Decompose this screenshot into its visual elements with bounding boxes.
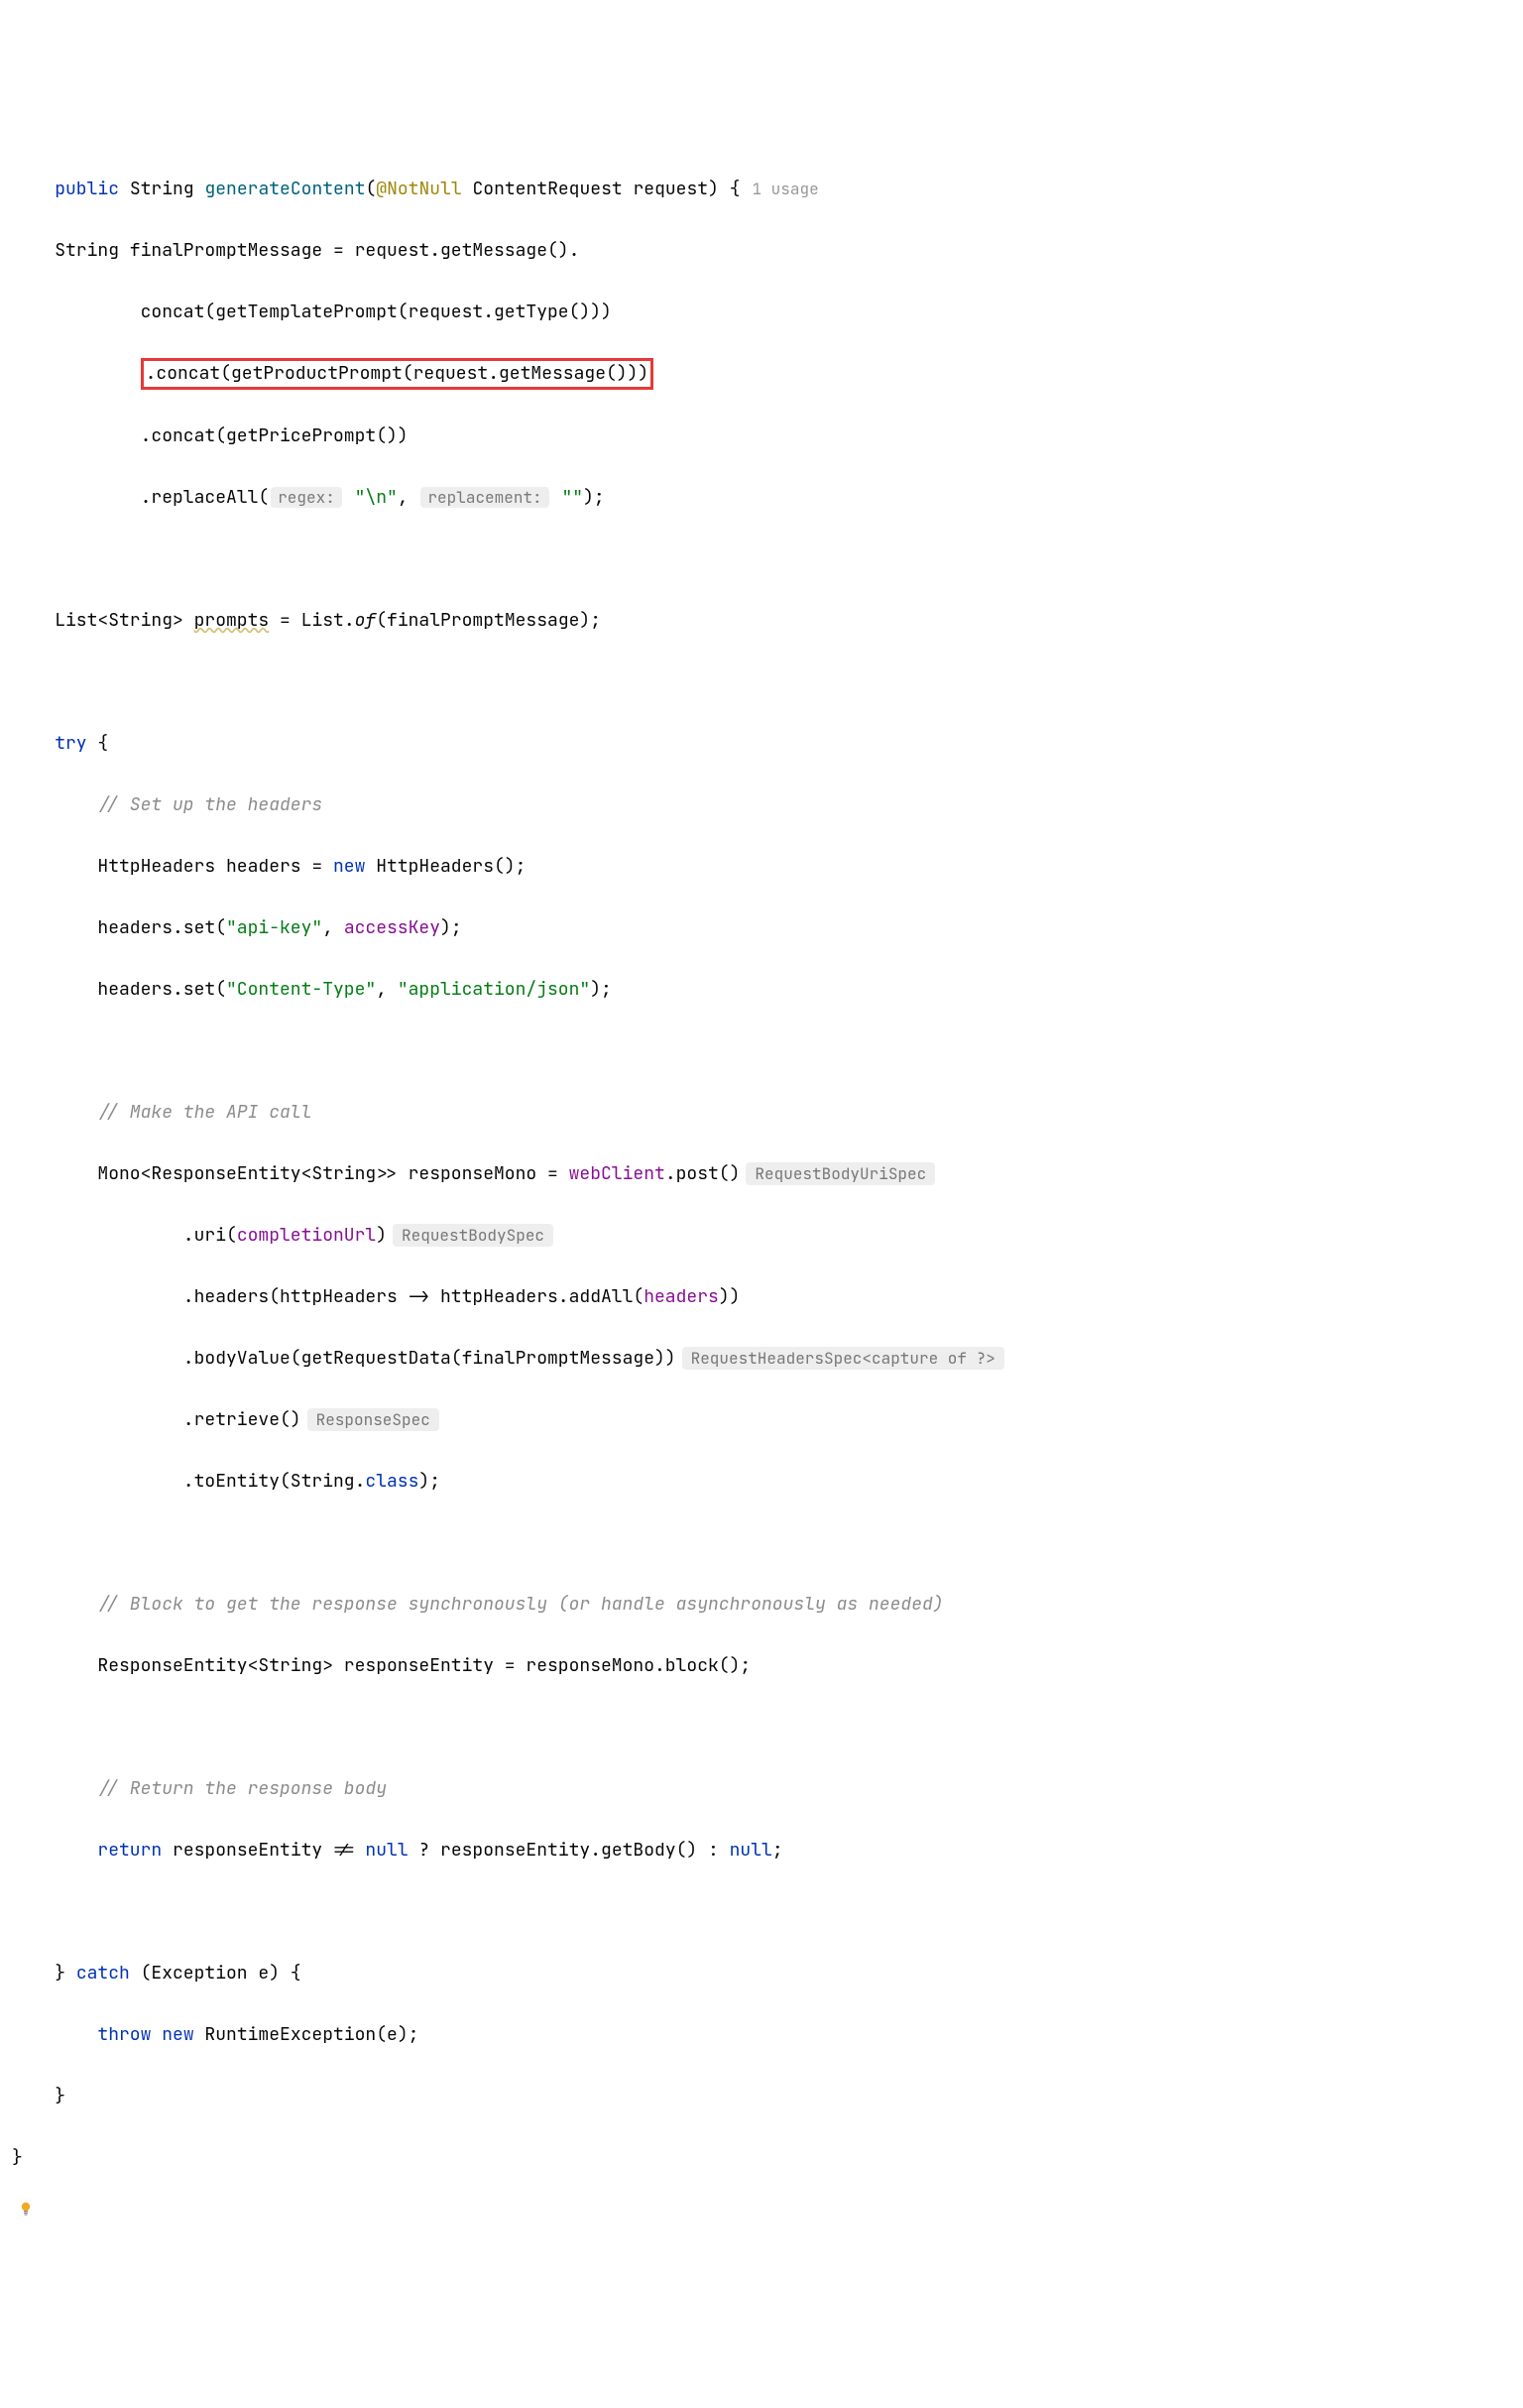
param-decl: ContentRequest request) { — [462, 178, 741, 200]
keyword-try: try — [12, 732, 87, 755]
code-line[interactable]: } catch (Exception e) { — [12, 1958, 1523, 1988]
param-hint-regex: regex: — [271, 487, 342, 508]
type-hint: RequestBodyUriSpec — [746, 1162, 935, 1185]
code-line[interactable]: .concat(getProductPrompt(request.getMess… — [12, 358, 1523, 390]
keyword-null: null — [365, 1839, 408, 1862]
field-ref: completionUrl — [237, 1224, 376, 1247]
blank-line[interactable] — [12, 1896, 1523, 1927]
unused-variable-warning[interactable]: prompts — [194, 609, 270, 632]
keyword-return: return — [97, 1839, 162, 1862]
code-line[interactable]: ResponseEntity<String> responseEntity = … — [12, 1650, 1523, 1681]
blank-line[interactable] — [12, 1035, 1523, 1066]
blank-line[interactable] — [12, 1527, 1523, 1558]
code-line[interactable]: } — [12, 2142, 1523, 2173]
code-line[interactable]: .uri(completionUrl)RequestBodySpec — [12, 1220, 1523, 1251]
code-line[interactable]: return responseEntity != null ? response… — [12, 1835, 1523, 1866]
return-type: String — [130, 178, 194, 200]
field-ref: webClient — [569, 1162, 665, 1185]
keyword-public: public — [55, 178, 119, 200]
static-method: of — [355, 609, 377, 632]
intention-bulb-icon[interactable] — [18, 2196, 34, 2227]
code-line[interactable]: headers.set("api-key", accessKey); — [12, 912, 1523, 943]
keyword-throw: throw — [97, 2023, 151, 2046]
code-line[interactable]: .headers(httpHeaders -> httpHeaders.addA… — [12, 1281, 1523, 1312]
usage-hint[interactable]: 1 usage — [752, 179, 818, 199]
string-literal: "\n" — [355, 486, 398, 509]
method-name: generateContent — [204, 178, 365, 200]
field-ref: accessKey — [344, 916, 440, 939]
string-literal: "application/json" — [398, 978, 590, 1001]
code-line[interactable]: // Return the response body — [12, 1773, 1523, 1804]
code-line[interactable]: .retrieve()ResponseSpec — [12, 1404, 1523, 1435]
code-line[interactable]: .concat(getPricePrompt()) — [12, 421, 1523, 451]
keyword-new: new — [162, 2023, 193, 2046]
field-ref: headers — [644, 1285, 719, 1308]
code-line[interactable]: // Make the API call — [12, 1097, 1523, 1128]
blank-line[interactable] — [12, 543, 1523, 574]
keyword-null: null — [730, 1839, 772, 1862]
code-line[interactable]: // Block to get the response synchronous… — [12, 1589, 1523, 1620]
code-line[interactable]: HttpHeaders headers = new HttpHeaders(); — [12, 851, 1523, 882]
comment: // Make the API call — [12, 1101, 311, 1124]
code-line[interactable]: try { — [12, 728, 1523, 759]
type-hint: RequestBodySpec — [393, 1224, 553, 1247]
code-line[interactable]: .bodyValue(getRequestData(finalPromptMes… — [12, 1343, 1523, 1374]
code-line[interactable]: .replaceAll(regex: "\n", replacement: ""… — [12, 482, 1523, 513]
annotation-notnull: @NotNull — [376, 178, 461, 200]
comment: // Set up the headers — [12, 793, 322, 816]
paren-open: ( — [365, 178, 376, 200]
code-line[interactable]: headers.set("Content-Type", "application… — [12, 974, 1523, 1005]
code-line[interactable]: List<String> prompts = List.of(finalProm… — [12, 605, 1523, 636]
type-hint: ResponseSpec — [307, 1408, 439, 1431]
type-hint: RequestHeadersSpec<capture of ?> — [682, 1347, 1004, 1370]
code-line[interactable]: .toEntity(String.class); — [12, 1466, 1523, 1497]
keyword-new: new — [333, 855, 365, 878]
code-line[interactable]: throw new RuntimeException(e); — [12, 2019, 1523, 2050]
comment: // Return the response body — [12, 1777, 387, 1800]
highlighted-code[interactable]: .concat(getProductPrompt(request.getMess… — [141, 358, 654, 390]
code-line[interactable]: String finalPromptMessage = request.getM… — [12, 235, 1523, 266]
blank-line[interactable] — [12, 666, 1523, 697]
code-line[interactable]: } — [12, 2081, 1523, 2111]
code-editor-view[interactable]: public String generateContent(@NotNull C… — [12, 143, 1523, 2234]
string-literal: "Content-Type" — [226, 978, 376, 1001]
code-line[interactable]: public String generateContent(@NotNull C… — [12, 174, 1523, 204]
blank-line[interactable] — [12, 1712, 1523, 1743]
code-line[interactable]: Mono<ResponseEntity<String>> responseMon… — [12, 1158, 1523, 1189]
string-literal: "api-key" — [226, 916, 322, 939]
keyword-catch: catch — [76, 1962, 130, 1985]
string-literal: "" — [561, 486, 583, 509]
code-line[interactable]: concat(getTemplatePrompt(request.getType… — [12, 297, 1523, 327]
keyword-class: class — [365, 1470, 418, 1493]
code-line[interactable]: // Set up the headers — [12, 789, 1523, 820]
param-hint-replacement: replacement: — [420, 487, 548, 508]
comment: // Block to get the response synchronous… — [12, 1593, 944, 1616]
